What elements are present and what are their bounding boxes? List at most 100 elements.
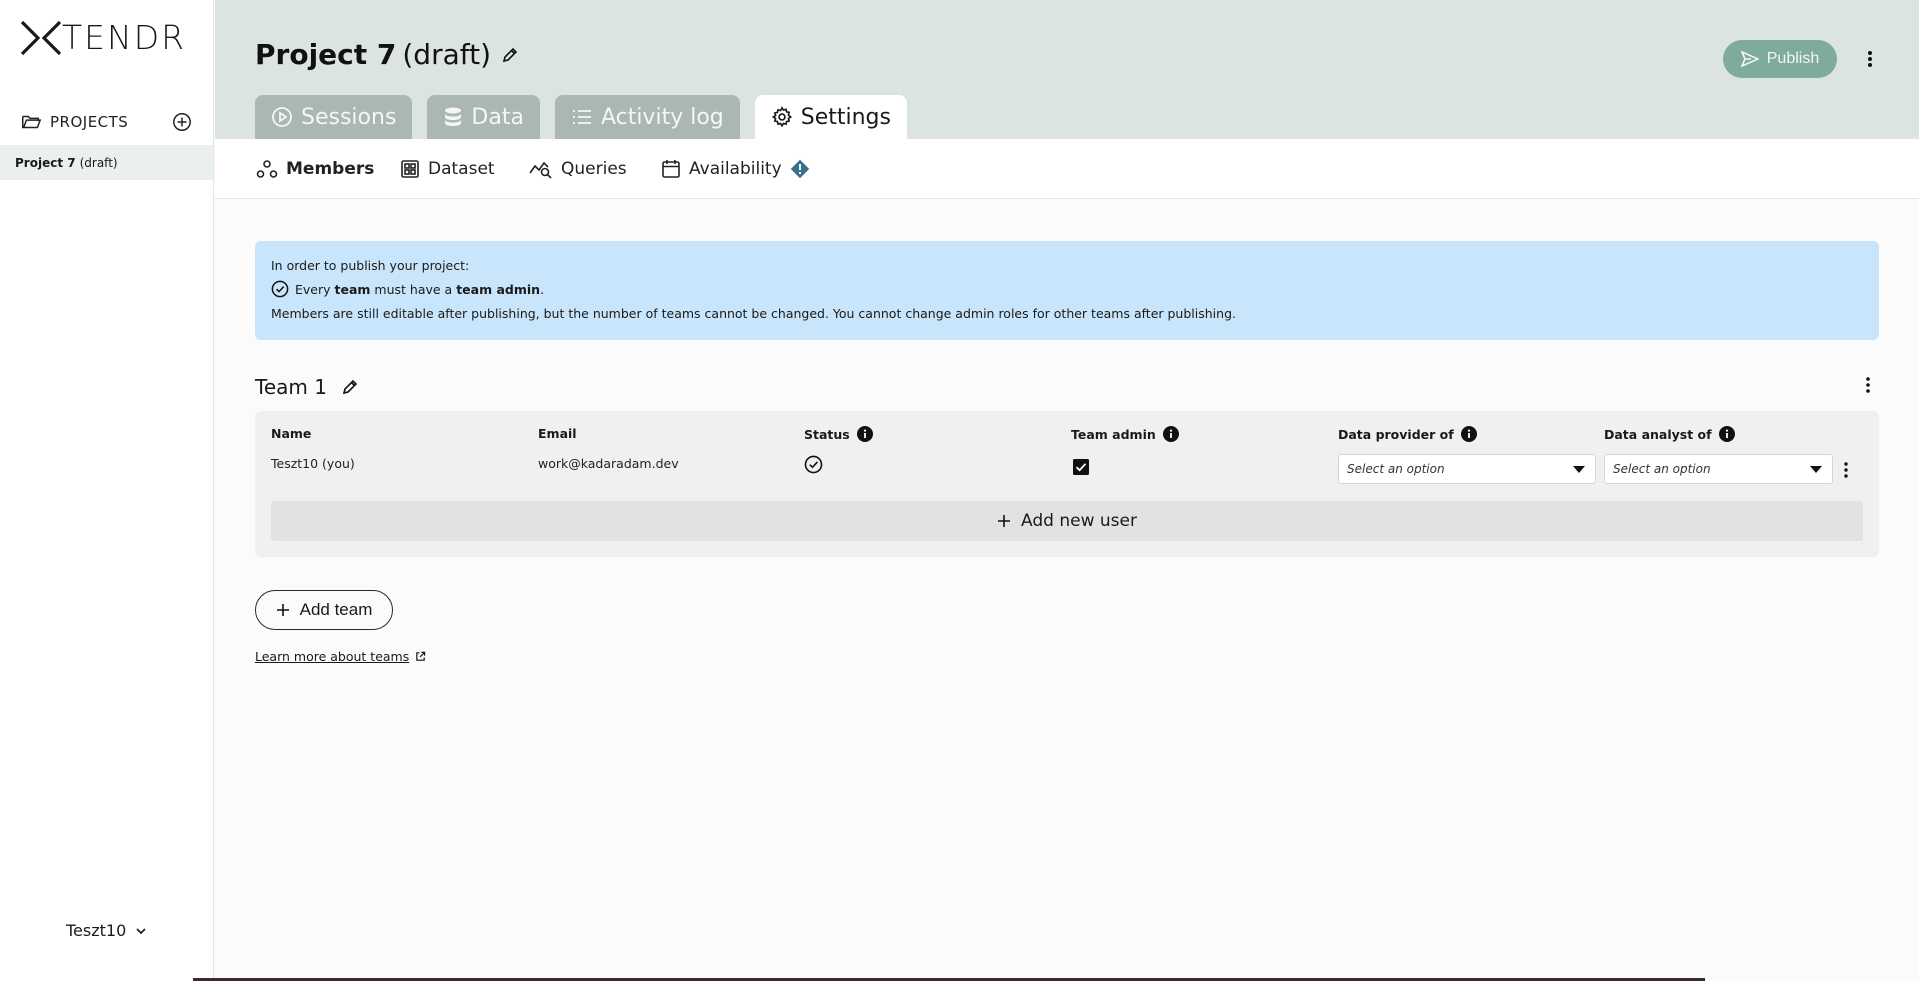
queries-icon xyxy=(529,161,552,179)
learn-more-label: Learn more about teams xyxy=(255,649,410,664)
publish-label: Publish xyxy=(1766,50,1820,67)
subtab-members[interactable]: Members xyxy=(256,157,374,181)
logo-mark-icon xyxy=(20,20,62,56)
project-header: Project 7 (draft) Publish Sessions Data xyxy=(215,0,1919,139)
add-team-label: Add team xyxy=(299,600,373,619)
column-header-data-provider: Data provider of xyxy=(1338,426,1477,442)
column-header-status: Status xyxy=(804,426,873,442)
learn-more-link[interactable]: Learn more about teams xyxy=(255,649,426,664)
info-icon[interactable] xyxy=(1162,426,1179,442)
projects-label: PROJECTS xyxy=(50,113,129,131)
column-header-team-admin: Team admin xyxy=(1071,426,1179,442)
caret-down-icon xyxy=(1573,466,1585,473)
team-admin-checkbox[interactable] xyxy=(1073,459,1089,475)
tab-data-label: Data xyxy=(471,104,524,130)
data-analyst-placeholder: Select an option xyxy=(1613,462,1711,476)
check-circle-icon xyxy=(804,455,823,474)
user-name: Teszt10 xyxy=(66,921,127,940)
info-intro: In order to publish your project: xyxy=(271,258,469,273)
tab-data[interactable]: Data xyxy=(427,95,540,139)
info-intro-text: In order to publish your project: xyxy=(271,258,470,273)
add-project-icon[interactable] xyxy=(172,112,192,132)
tab-settings-label: Settings xyxy=(800,104,891,130)
subtab-members-label: Members xyxy=(286,159,375,179)
member-email: work@kadaradam.dev xyxy=(538,456,679,471)
info-requirement: Every team must have a team admin. xyxy=(271,280,544,298)
database-icon xyxy=(445,107,462,126)
tab-activity-log[interactable]: Activity log xyxy=(554,95,740,139)
column-header-email-label: Email xyxy=(538,426,577,441)
pencil-icon[interactable] xyxy=(341,378,359,396)
subtab-queries[interactable]: Queries xyxy=(529,157,627,181)
more-options-icon[interactable] xyxy=(1858,46,1882,72)
info-text-period: . xyxy=(540,281,545,297)
calendar-icon xyxy=(662,160,680,178)
logo-text: TENDR xyxy=(62,18,187,57)
tab-settings[interactable]: Settings xyxy=(754,95,907,139)
team-header: Team 1 xyxy=(255,373,1879,401)
sidebar: TENDR PROJECTS Project 7 (draft) Teszt10 xyxy=(0,0,214,981)
main-tabs: Sessions Data Activity log Settings xyxy=(255,95,922,139)
column-header-team-admin-label: Team admin xyxy=(1071,426,1156,442)
dataset-icon xyxy=(401,160,419,178)
column-header-email: Email xyxy=(538,426,577,441)
tab-activity-log-label: Activity log xyxy=(600,104,724,130)
plus-icon xyxy=(276,604,289,616)
member-name: Teszt10 (you) xyxy=(271,456,355,471)
add-team-button[interactable]: Add team xyxy=(255,590,393,630)
warning-diamond-icon xyxy=(790,159,809,179)
add-new-user-button[interactable]: Add new user xyxy=(271,501,1863,541)
column-header-name-label: Name xyxy=(271,426,312,441)
folder-open-icon xyxy=(22,115,42,129)
subtab-queries-label: Queries xyxy=(561,159,627,179)
play-circle-icon xyxy=(272,107,292,127)
column-header-data-analyst: Data analyst of xyxy=(1604,426,1735,442)
members-icon xyxy=(256,160,278,178)
team-name: Team 1 xyxy=(255,375,327,399)
info-note-text: Members are still editable after publish… xyxy=(271,306,1236,321)
list-icon xyxy=(572,110,591,124)
column-header-status-label: Status xyxy=(804,426,850,442)
info-icon[interactable] xyxy=(856,426,873,442)
sidebar-item-project-7[interactable]: Project 7 (draft) xyxy=(0,145,213,180)
info-text-every: Every xyxy=(295,281,331,297)
tab-sessions[interactable]: Sessions xyxy=(255,95,413,139)
project-name: Project 7 xyxy=(15,155,76,170)
user-menu-button[interactable]: Teszt10 xyxy=(66,921,148,940)
subtab-availability[interactable]: Availability xyxy=(661,157,818,181)
info-text-team-admin: team admin xyxy=(456,281,541,297)
data-analyst-select[interactable]: Select an option xyxy=(1604,454,1833,484)
gear-icon xyxy=(771,106,792,128)
caret-down-icon xyxy=(1810,466,1822,473)
logo[interactable]: TENDR xyxy=(20,20,186,56)
external-link-icon xyxy=(416,651,426,661)
check-circle-icon xyxy=(271,280,289,298)
info-icon[interactable] xyxy=(1718,426,1735,442)
add-new-user-label: Add new user xyxy=(1021,511,1137,531)
data-provider-select[interactable]: Select an option xyxy=(1338,454,1596,484)
subtab-dataset-label: Dataset xyxy=(428,159,495,179)
column-header-data-analyst-label: Data analyst of xyxy=(1604,426,1712,442)
pencil-icon[interactable] xyxy=(501,46,519,64)
data-provider-placeholder: Select an option xyxy=(1347,462,1445,476)
publish-button[interactable]: Publish xyxy=(1723,40,1837,78)
publish-requirements-alert: In order to publish your project: Every … xyxy=(255,241,1879,340)
subtab-availability-label: Availability xyxy=(689,159,782,179)
info-text-must-have: must have a xyxy=(374,281,453,297)
send-icon xyxy=(1740,51,1759,67)
row-more-options-icon[interactable] xyxy=(1843,461,1849,479)
projects-header: PROJECTS xyxy=(20,108,192,136)
plus-icon xyxy=(998,515,1011,527)
project-status: (draft) xyxy=(79,155,118,170)
column-header-data-provider-label: Data provider of xyxy=(1338,426,1454,442)
team-members-table: Name Email Status Team admin Data provid… xyxy=(255,411,1879,557)
chevron-down-icon xyxy=(136,927,146,934)
info-note: Members are still editable after publish… xyxy=(271,306,1236,321)
team-more-options-icon[interactable] xyxy=(1865,375,1871,395)
info-icon[interactable] xyxy=(1460,426,1477,442)
info-text-team: team xyxy=(334,281,371,297)
subtab-dataset[interactable]: Dataset xyxy=(400,157,495,181)
column-header-name: Name xyxy=(271,426,311,441)
page-title: Project 7 (draft) xyxy=(255,38,519,71)
settings-subnav: Members Dataset Queries Availability xyxy=(215,139,1919,199)
